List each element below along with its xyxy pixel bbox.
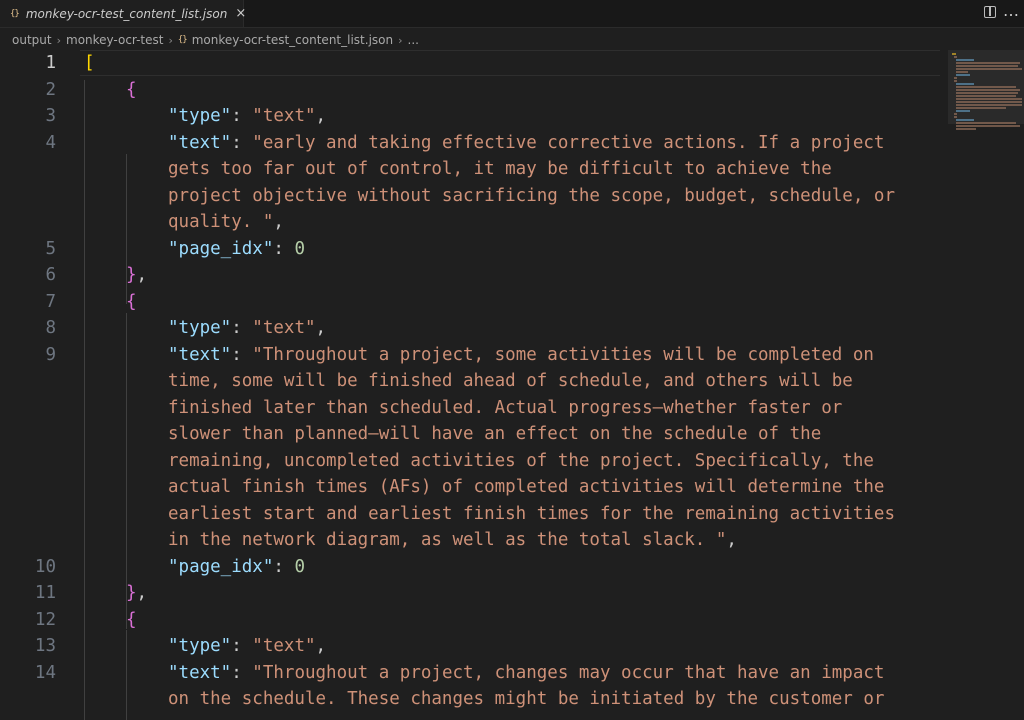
line-number: 12 [34, 609, 56, 630]
code-line-wrapped: earliest start and earliest finish times… [168, 503, 895, 524]
open-bracket: [ [84, 53, 95, 73]
open-brace: { [126, 79, 137, 100]
split-editor-icon[interactable] [984, 6, 996, 18]
indent-guide [84, 80, 85, 720]
line-number: 3 [45, 106, 56, 126]
breadcrumb-symbol[interactable]: ... [408, 33, 419, 47]
line-number: 14 [34, 662, 56, 683]
code-line: [ [84, 50, 95, 77]
code-line: { [126, 289, 137, 316]
code-line: { [126, 607, 137, 634]
code-line: "text": "early and taking effective corr… [168, 132, 885, 153]
code-line: "type": "text", [168, 318, 327, 338]
breadcrumb-output[interactable]: output [12, 33, 52, 47]
code-line-wrapped: in the network diagram, as well as the t… [168, 530, 737, 550]
line-number: 6 [45, 265, 56, 285]
close-brace: } [126, 265, 137, 285]
open-brace: { [126, 291, 137, 312]
code-line-wrapped: actual finish times (AFs) of completed a… [168, 477, 885, 497]
json-key: "type" [168, 318, 232, 338]
json-number: 0 [294, 238, 305, 259]
tab-bar: {} monkey-ocr-test_content_list.json × … [0, 0, 1024, 28]
code-line-wrapped: project objective without sacrificing th… [168, 185, 895, 206]
editor-tab[interactable]: {} monkey-ocr-test_content_list.json × [0, 0, 246, 27]
code-line: { [126, 77, 137, 104]
json-string: "Throughout a project, changes may occur… [252, 662, 885, 683]
json-key: "text" [168, 132, 232, 153]
chevron-right-icon: › [56, 33, 61, 47]
json-string: quality. " [168, 212, 274, 232]
line-number: 7 [45, 291, 56, 312]
code-line-wrapped: remaining, uncompleted activities of the… [168, 450, 874, 471]
line-number: 11 [34, 583, 56, 603]
json-string: "Throughout a project, some activities w… [252, 344, 874, 365]
json-key: "type" [168, 106, 232, 126]
json-string: in the network diagram, as well as the t… [168, 530, 727, 550]
code-line-wrapped: slower than planned—will have an effect … [168, 424, 822, 444]
breadcrumb-folder[interactable]: monkey-ocr-test [66, 33, 163, 47]
more-actions-icon[interactable]: … [1003, 1, 1020, 20]
chevron-right-icon: › [398, 33, 403, 47]
code-line: "type": "text", [168, 106, 327, 126]
tab-label: monkey-ocr-test_content_list.json [25, 6, 228, 21]
json-key: "page_idx" [168, 556, 274, 577]
code-line-wrapped: time, some will be finished ahead of sch… [168, 371, 853, 391]
line-number: 9 [45, 344, 56, 365]
line-number: 5 [45, 238, 56, 259]
json-key: "page_idx" [168, 238, 274, 259]
code-line-wrapped: finished later than scheduled. Actual pr… [168, 397, 843, 418]
code-line: }, [126, 583, 148, 603]
breadcrumb: output › monkey-ocr-test › {} monkey-ocr… [12, 29, 419, 51]
line-number: 13 [34, 636, 56, 656]
json-string: "text" [252, 106, 316, 126]
json-string: "early and taking effective corrective a… [252, 132, 885, 153]
current-line-highlight [80, 50, 940, 76]
json-file-icon: {} [10, 8, 20, 19]
json-number: 0 [294, 556, 305, 577]
chevron-right-icon: › [168, 33, 173, 47]
open-brace: { [126, 609, 137, 630]
json-string: "text" [252, 318, 316, 338]
code-line: "text": "Throughout a project, some acti… [168, 344, 874, 365]
json-key: "text" [168, 662, 232, 683]
code-line-wrapped: quality. ", [168, 212, 284, 232]
code-line: "type": "text", [168, 636, 327, 656]
minimap[interactable] [948, 50, 1024, 140]
code-line: }, [126, 265, 148, 285]
json-key: "text" [168, 344, 232, 365]
close-brace: } [126, 583, 137, 603]
json-key: "type" [168, 636, 232, 656]
close-icon[interactable]: × [235, 7, 246, 20]
json-file-icon: {} [177, 35, 188, 45]
code-editor[interactable]: 1 2 3 4 5 6 7 8 9 10 11 12 13 14 [ { "ty… [0, 50, 1024, 720]
indent-guide [126, 630, 127, 720]
line-number: 4 [45, 132, 56, 153]
json-string: "text" [252, 636, 316, 656]
code-line: "page_idx": 0 [168, 238, 305, 259]
line-number: 2 [45, 79, 56, 100]
line-number: 10 [34, 556, 56, 577]
code-line-wrapped: gets too far out of control, it may be d… [168, 159, 832, 179]
code-line-wrapped: on the schedule. These changes might be … [168, 689, 885, 709]
code-line: "page_idx": 0 [168, 556, 305, 577]
line-number: 1 [45, 53, 56, 73]
line-number: 8 [45, 318, 56, 338]
code-line: "text": "Throughout a project, changes m… [168, 662, 885, 683]
breadcrumb-file[interactable]: monkey-ocr-test_content_list.json [192, 33, 393, 47]
